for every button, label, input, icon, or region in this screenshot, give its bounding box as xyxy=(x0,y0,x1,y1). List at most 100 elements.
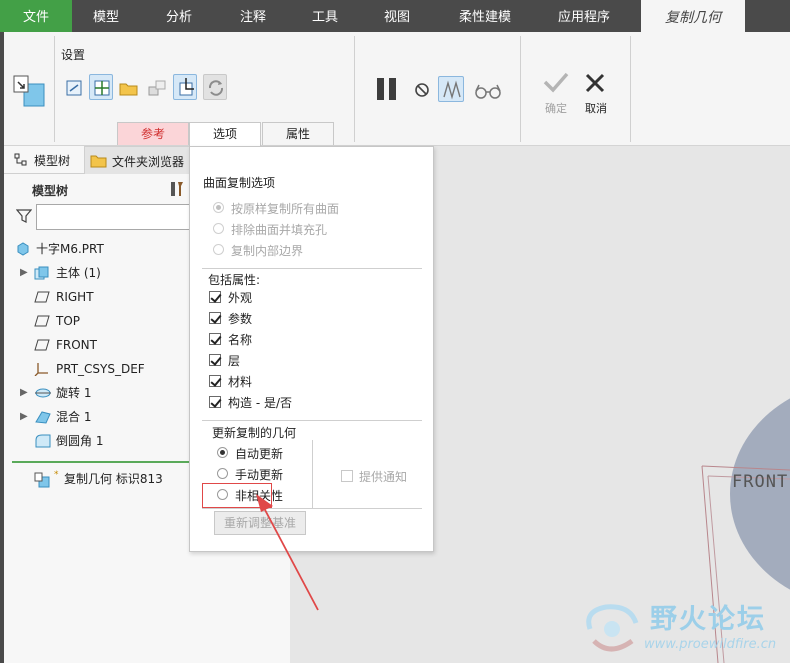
tab-options[interactable]: 选项 xyxy=(189,122,261,146)
no-preview-icon[interactable] xyxy=(414,82,430,98)
refresh-button[interactable] xyxy=(203,74,227,100)
publish-geometry-icon xyxy=(66,80,82,96)
ribbon-separator xyxy=(520,36,521,142)
tree-item-label: 十字M6.PRT xyxy=(36,242,104,256)
watermark: 野火论坛 www.proewildfire.cn xyxy=(578,597,790,663)
revolve-icon xyxy=(35,388,51,398)
expand-arrow-icon[interactable]: ▶ xyxy=(20,382,28,404)
model-tree-title: 模型树 xyxy=(32,184,69,198)
auto-update-label: 自动更新 xyxy=(235,447,284,461)
round-icon xyxy=(35,434,51,448)
datum-plane-icon xyxy=(34,291,50,303)
tab-model[interactable]: 模型 xyxy=(72,0,140,32)
blend-icon xyxy=(35,411,51,424)
csys-icon xyxy=(34,363,48,376)
part-surface xyxy=(730,398,790,590)
placement-icon xyxy=(148,80,166,96)
tab-flexible-modeling[interactable]: 柔性建模 xyxy=(440,0,530,32)
tab-file[interactable]: 文件 xyxy=(0,0,72,32)
internal-copy-icon xyxy=(94,80,110,96)
radio-exclude-fill-holes[interactable] xyxy=(213,223,224,234)
tab-annotate[interactable]: 注释 xyxy=(218,0,288,32)
cancel-label: 取消 xyxy=(585,102,607,115)
datum-plane-icon xyxy=(34,315,50,327)
body-icon xyxy=(34,266,49,280)
watermark-url: www.proewildfire.cn xyxy=(644,637,777,652)
watermark-title: 野火论坛 xyxy=(650,604,766,635)
exclude-fill-holes-label: 排除曲面并填充孔 xyxy=(231,223,328,237)
pause-icon[interactable] xyxy=(374,76,400,102)
update-copied-geometry-title: 更新复制的几何 xyxy=(212,426,297,440)
layers-label: 层 xyxy=(228,354,241,368)
front-plane-label: FRONT xyxy=(732,472,789,492)
tree-item-label: FRONT xyxy=(56,338,97,352)
tab-folder-browser-bg[interactable]: 文件夹浏览器 xyxy=(84,146,190,174)
tab-copy-geometry[interactable]: 复制几何 xyxy=(641,0,745,32)
model-tree-icon xyxy=(14,153,27,166)
ribbon-separator xyxy=(630,36,631,142)
refresh-icon xyxy=(208,80,224,96)
insert-marker: * xyxy=(54,470,59,480)
filter-icon[interactable] xyxy=(16,208,32,224)
checkbox-parameters[interactable] xyxy=(209,312,221,324)
copy-inside-boundary-label: 复制内部边界 xyxy=(231,244,304,258)
csys-placement-icon xyxy=(179,78,194,96)
glasses-icon[interactable] xyxy=(474,82,502,100)
manual-update-label: 手动更新 xyxy=(235,468,284,482)
construction-label: 构造 - 是/否 xyxy=(228,396,293,410)
panel-divider xyxy=(202,420,422,421)
ribbon-separator xyxy=(354,36,355,142)
tree-item-label: 混合 1 xyxy=(56,410,92,424)
radio-copy-inside-boundary[interactable] xyxy=(213,244,224,255)
placement-button[interactable] xyxy=(145,75,169,101)
attached-preview-button[interactable] xyxy=(438,76,464,102)
tab-view[interactable]: 视图 xyxy=(362,0,432,32)
tab-bar-edge xyxy=(745,0,790,32)
parameters-label: 参数 xyxy=(228,312,253,326)
checkbox-appearance[interactable] xyxy=(209,291,221,303)
checkbox-construction[interactable] xyxy=(209,396,221,408)
confirm-check-icon[interactable] xyxy=(542,70,570,94)
surface-copy-options-title: 曲面复制选项 xyxy=(203,176,276,190)
tree-item-label: 主体 (1) xyxy=(56,266,101,280)
copy-geometry-small-icon xyxy=(34,472,50,488)
radio-auto-update[interactable] xyxy=(217,447,228,458)
radio-copy-all-surfaces[interactable] xyxy=(213,202,224,213)
checkbox-layers[interactable] xyxy=(209,354,221,366)
names-label: 名称 xyxy=(228,333,253,347)
tab-applications[interactable]: 应用程序 xyxy=(538,0,630,32)
internal-copy-button[interactable] xyxy=(89,74,113,100)
csys-placement-button[interactable] xyxy=(173,74,197,100)
tab-folder-browser: 文件夹浏览器 xyxy=(112,155,185,169)
open-file-button[interactable] xyxy=(117,75,141,101)
provide-notification-label: 提供通知 xyxy=(359,470,408,484)
tab-references[interactable]: 参考 xyxy=(117,122,189,145)
tab-analysis[interactable]: 分析 xyxy=(144,0,214,32)
tree-item-label: 复制几何 标识813 xyxy=(64,472,163,486)
cancel-x-icon[interactable] xyxy=(584,72,606,94)
folder-browser-icon xyxy=(90,155,107,168)
tree-settings-tools-icon[interactable] xyxy=(168,180,186,198)
publish-geometry-button[interactable] xyxy=(62,75,86,101)
expand-arrow-icon[interactable]: ▶ xyxy=(20,406,28,428)
copy-geometry-icon[interactable] xyxy=(12,74,46,108)
checkbox-material[interactable] xyxy=(209,375,221,387)
checkbox-names[interactable] xyxy=(209,333,221,345)
tab-properties[interactable]: 属性 xyxy=(262,122,334,145)
panel-divider xyxy=(202,268,422,269)
tab-tools[interactable]: 工具 xyxy=(290,0,360,32)
watermark-logo-icon xyxy=(586,604,639,652)
tree-item-label: PRT_CSYS_DEF xyxy=(56,362,145,376)
include-attributes-title: 包括属性: xyxy=(208,273,261,287)
tab-model-tree[interactable]: 模型树 xyxy=(34,152,70,169)
tree-item-label: TOP xyxy=(56,314,81,328)
settings-group-label: 设置 xyxy=(61,48,86,62)
checkbox-provide-notification[interactable] xyxy=(341,470,353,482)
ribbon-body: 设置 确定 取消 参考 选项 属性 xyxy=(0,32,790,146)
expand-arrow-icon[interactable]: ▶ xyxy=(20,262,28,284)
ribbon-tab-bar: 文件 模型 分析 注释 工具 视图 柔性建模 应用程序 复制几何 xyxy=(0,0,790,32)
radio-manual-update[interactable] xyxy=(217,468,228,479)
confirm-label: 确定 xyxy=(545,102,567,115)
tree-filter-input[interactable] xyxy=(36,204,196,230)
appearance-label: 外观 xyxy=(228,291,253,305)
